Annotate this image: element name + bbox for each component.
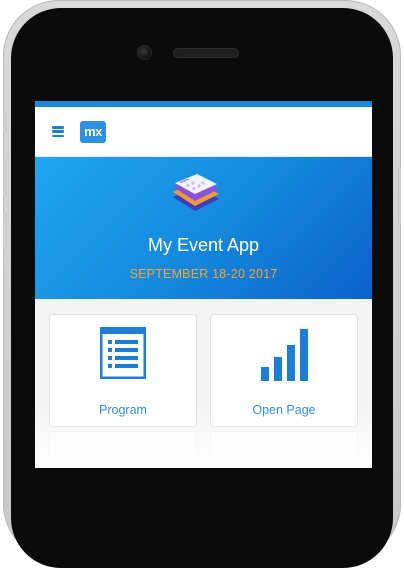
power-button — [397, 168, 401, 224]
open-page-tile[interactable]: Open Page — [210, 314, 358, 427]
front-camera — [137, 45, 152, 60]
list-document-icon — [100, 327, 146, 379]
layered-app-stack-icon — [173, 174, 219, 211]
event-title: My Event App — [147, 235, 260, 255]
tile-row-2-right[interactable] — [210, 431, 358, 468]
bar-chart-icon — [261, 329, 308, 381]
volume-down-button — [3, 210, 7, 250]
mx-logo[interactable]: mx — [80, 120, 106, 143]
program-tile-label: Program — [99, 403, 147, 417]
volume-up-button — [3, 158, 7, 198]
silent-switch — [3, 112, 7, 134]
event-date: SEPTEMBER 18-20 2017 — [129, 267, 278, 281]
program-tile[interactable]: Program — [49, 314, 197, 427]
tiles-grid: Program Open Page — [35, 299, 372, 468]
app-navbar: mx — [35, 107, 372, 157]
tile-row-2-left[interactable] — [49, 431, 197, 468]
event-hero-banner: My Event App SEPTEMBER 18-20 2017 — [35, 157, 372, 299]
app-screen: mx My Event App SEPTEMBER 18-20 2017 Pro… — [35, 101, 372, 468]
hamburger-menu-icon[interactable] — [52, 126, 64, 137]
open-page-tile-label: Open Page — [252, 403, 316, 417]
earpiece-speaker — [173, 48, 239, 58]
